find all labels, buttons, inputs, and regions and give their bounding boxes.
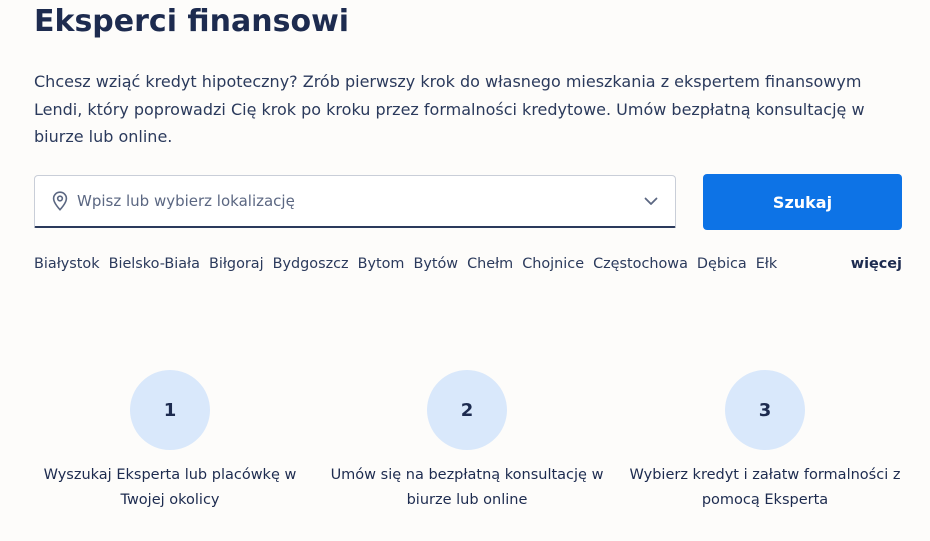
city-link[interactable]: Częstochowa [593,256,688,276]
city-link[interactable]: Dębica [697,256,747,276]
intro-text: Chcesz wziąć kredyt hipoteczny? Zrób pie… [34,72,865,146]
step-1: 1 Wyszukaj Eksperta lub placówkę w Twoje… [30,370,310,513]
city-link[interactable]: Biłgoraj [209,256,264,276]
city-link[interactable]: Ełk [756,256,778,276]
step-number-badge: 1 [130,370,210,450]
step-number-badge: 3 [725,370,805,450]
city-link[interactable]: Białystok [34,256,100,276]
city-link[interactable]: Bytom [358,256,405,276]
city-link[interactable]: Bytów [413,256,458,276]
city-link[interactable]: Chełm [467,256,513,276]
search-button[interactable]: Szukaj [703,174,902,230]
city-link[interactable]: Bielsko-Biała [109,256,200,276]
step-2: 2 Umów się na bezpłatną konsultację w bi… [327,370,607,513]
location-input[interactable] [77,192,643,210]
city-link[interactable]: Bydgoszcz [273,256,349,276]
step-3: 3 Wybierz kredyt i załatw formalności z … [625,370,905,513]
step-description: Umów się na bezpłatną konsultację w biur… [330,467,604,508]
more-cities-link[interactable]: więcej [851,256,902,272]
city-link[interactable]: Chojnice [522,256,584,276]
page-title: Eksperci finansowi [34,4,350,39]
chevron-down-icon[interactable] [643,193,659,209]
step-description: Wybierz kredyt i załatw formalności z po… [629,467,901,508]
step-description: Wyszukaj Eksperta lub placówkę w Twojej … [43,467,297,508]
step-number-badge: 2 [427,370,507,450]
location-select[interactable] [34,175,676,228]
location-pin-icon [51,190,69,212]
city-links: Białystok Bielsko-Biała Biłgoraj Bydgosz… [34,256,777,276]
